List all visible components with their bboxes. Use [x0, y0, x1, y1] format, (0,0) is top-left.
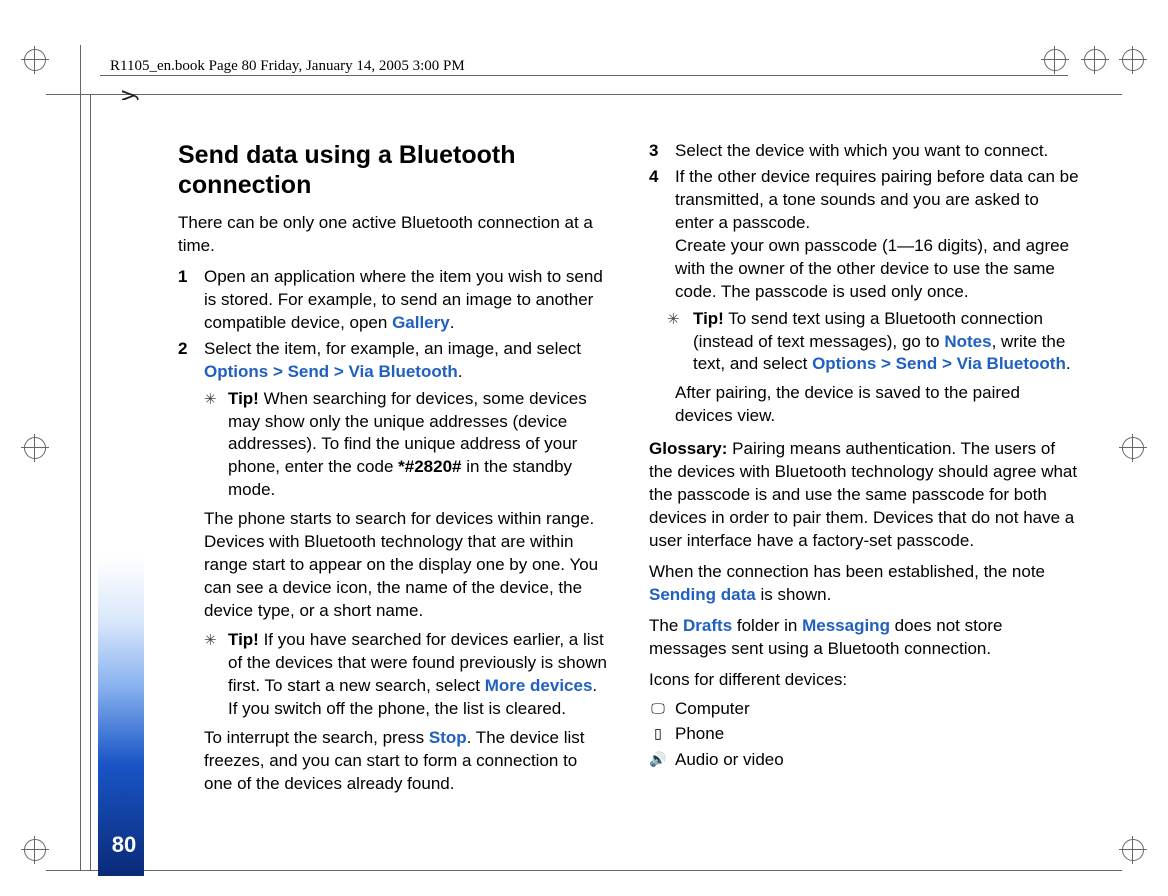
- intro-text: There can be only one active Bluetooth c…: [178, 212, 609, 258]
- page-header: R1105_en.book Page 80 Friday, January 14…: [110, 58, 465, 75]
- step-number: 4: [649, 166, 675, 304]
- crop-line-bottom: [46, 870, 1122, 871]
- reg-mark-bot-left: [24, 839, 46, 861]
- reg-mark-mid-right: [1122, 437, 1144, 459]
- messaging-link: Messaging: [802, 616, 890, 635]
- step-number: 3: [649, 140, 675, 163]
- crop-line-left: [80, 45, 81, 871]
- tip-2: ✳ Tip! If you have searched for devices …: [204, 629, 609, 721]
- crop-line-top: [46, 94, 1122, 95]
- step-number: 2: [178, 338, 204, 384]
- icon-row-phone: ▯ Phone: [649, 721, 1080, 747]
- step-number: 1: [178, 266, 204, 335]
- computer-icon: 🖵: [649, 698, 667, 719]
- tip-3-post: .: [1066, 354, 1071, 373]
- step-4-text-b: Create your own passcode (1—16 digits), …: [675, 236, 1069, 301]
- icon-row-computer: 🖵 Computer: [649, 696, 1080, 722]
- sending-data-link: Sending data: [649, 585, 756, 604]
- drafts-pre: The: [649, 616, 683, 635]
- icon-computer-label: Computer: [675, 696, 750, 722]
- step-1: 1 Open an application where the item you…: [178, 266, 609, 335]
- interrupt-text: To interrupt the search, press Stop. The…: [204, 727, 609, 796]
- reg-mark-top-right: [1122, 49, 1144, 71]
- sidebar-bg: [98, 100, 144, 556]
- reg-mark-mid-left: [24, 437, 46, 459]
- reg-mark-bot-right: [1122, 839, 1144, 861]
- more-devices-link: More devices: [485, 676, 593, 695]
- established-post: is shown.: [756, 585, 832, 604]
- icon-audio-label: Audio or video: [675, 747, 784, 773]
- step-1-text-b: .: [450, 313, 455, 332]
- section-heading: Send data using a Bluetooth connection: [178, 140, 609, 200]
- tip-icon: ✳: [204, 631, 217, 651]
- step-2-text-a: Select the item, for example, an image, …: [204, 339, 581, 358]
- icons-heading: Icons for different devices:: [649, 669, 1080, 692]
- established-pre: When the connection has been established…: [649, 562, 1045, 581]
- glossary: Glossary: Pairing means authentication. …: [649, 438, 1080, 553]
- tip-label: Tip!: [693, 309, 724, 328]
- tip-1-code: *#2820#: [398, 457, 461, 476]
- search-description: The phone starts to search for devices w…: [204, 508, 609, 623]
- reg-mark-header-right: [1084, 49, 1106, 71]
- glossary-label: Glossary:: [649, 439, 727, 458]
- step-3: 3 Select the device with which you want …: [649, 140, 1080, 163]
- tip-label: Tip!: [228, 630, 259, 649]
- step-4: 4 If the other device requires pairing b…: [649, 166, 1080, 304]
- phone-icon: ▯: [649, 723, 667, 744]
- tip-label: Tip!: [228, 389, 259, 408]
- gallery-link: Gallery: [392, 313, 450, 332]
- notes-link: Notes: [944, 332, 991, 351]
- drafts-note: The Drafts folder in Messaging does not …: [649, 615, 1080, 661]
- step-3-text: Select the device with which you want to…: [675, 140, 1080, 163]
- icon-row-audio: 🔊 Audio or video: [649, 747, 1080, 773]
- interrupt-pre: To interrupt the search, press: [204, 728, 429, 747]
- audio-video-icon: 🔊: [649, 749, 667, 770]
- drafts-mid: folder in: [732, 616, 802, 635]
- after-pairing-text: After pairing, the device is saved to th…: [675, 382, 1080, 428]
- connection-established-text: When the connection has been established…: [649, 561, 1080, 607]
- options-send-bluetooth-link: Options > Send > Via Bluetooth: [204, 362, 458, 381]
- step-2: 2 Select the item, for example, an image…: [178, 338, 609, 384]
- step-2-text-b: .: [458, 362, 463, 381]
- icon-phone-label: Phone: [675, 721, 724, 747]
- column-right: 3 Select the device with which you want …: [649, 140, 1080, 802]
- crop-line-top-inner: [100, 75, 1068, 76]
- stop-link: Stop: [429, 728, 467, 747]
- drafts-link: Drafts: [683, 616, 732, 635]
- reg-mark-top-left: [24, 49, 46, 71]
- tip-icon: ✳: [667, 310, 680, 330]
- options-send-bluetooth-link-2: Options > Send > Via Bluetooth: [812, 354, 1066, 373]
- page-number: 80: [106, 832, 142, 858]
- step-4-text-a: If the other device requires pairing bef…: [675, 167, 1079, 232]
- sidebar-gradient: [98, 556, 144, 876]
- device-icon-list: 🖵 Computer ▯ Phone 🔊 Audio or video: [649, 696, 1080, 773]
- crop-line-left-inner: [90, 94, 91, 871]
- tip-1: ✳ Tip! When searching for devices, some …: [204, 388, 609, 503]
- column-left: Send data using a Bluetooth connection T…: [178, 140, 609, 802]
- reg-mark-header-left: [1044, 49, 1066, 71]
- tip-icon: ✳: [204, 390, 217, 410]
- tip-3: ✳ Tip! To send text using a Bluetooth co…: [649, 308, 1080, 377]
